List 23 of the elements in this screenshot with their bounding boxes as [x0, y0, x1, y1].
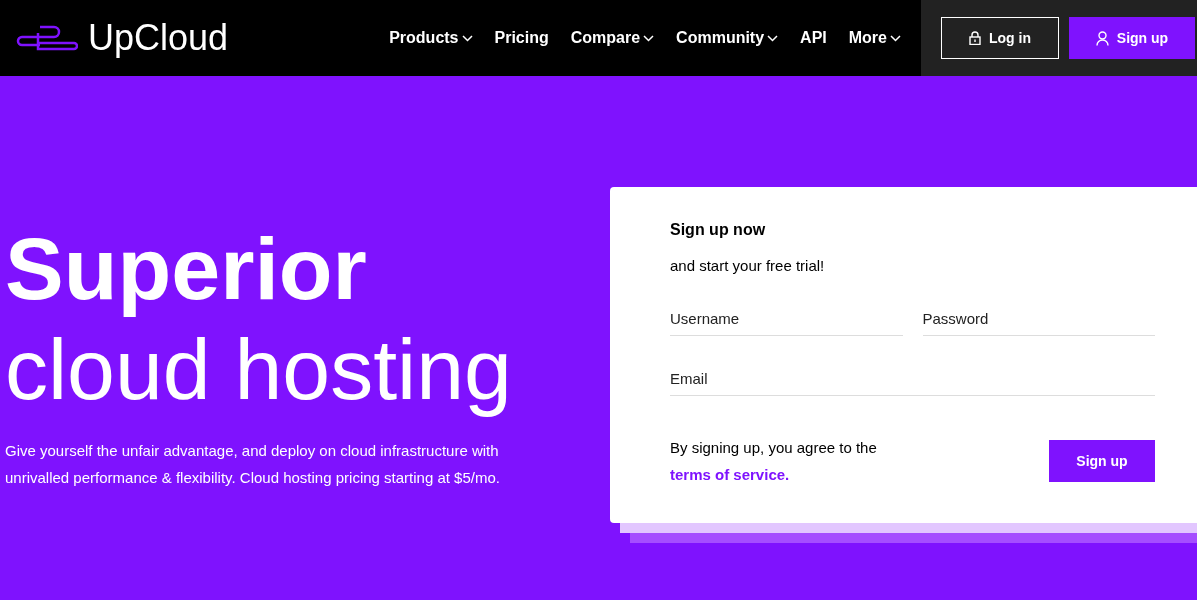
signup-button[interactable]: Sign up [1069, 17, 1195, 59]
signup-submit-button[interactable]: Sign up [1049, 440, 1155, 482]
hero-text: Give yourself the unfair advantage, and deploy on cloud infrastructure with unrivalled performance & flexibility. Cloud hosting pricing starting at $5/mo. [5, 441, 501, 488]
nav-item[interactable]: Community [676, 29, 779, 47]
nav-item[interactable]: API [800, 29, 827, 47]
logo-text[interactable]: UpCloud [88, 17, 229, 59]
nav-item[interactable]: Compare [570, 29, 655, 47]
form-title: Sign up now [670, 221, 767, 239]
nav-item[interactable]: More [848, 29, 901, 47]
text-field[interactable]: Password [922, 302, 1155, 336]
user-icon [1095, 30, 1109, 46]
terms-text: By signing up, you agree to the terms of service. [670, 438, 877, 485]
logo-icon [14, 25, 78, 51]
nav-item[interactable]: Products [389, 29, 473, 47]
form-subtitle: and start your free trial! [670, 257, 826, 274]
nav-item[interactable]: Pricing [494, 29, 549, 47]
text-field[interactable]: Username [670, 302, 903, 336]
lock-icon [969, 31, 981, 45]
terms-link[interactable]: terms of service. [670, 466, 790, 483]
text-field[interactable]: Email [670, 362, 1155, 396]
login-button[interactable]: Log in [941, 17, 1059, 59]
hero-title: Superior [5, 219, 368, 319]
hero-subtitle: cloud hosting [5, 320, 513, 419]
